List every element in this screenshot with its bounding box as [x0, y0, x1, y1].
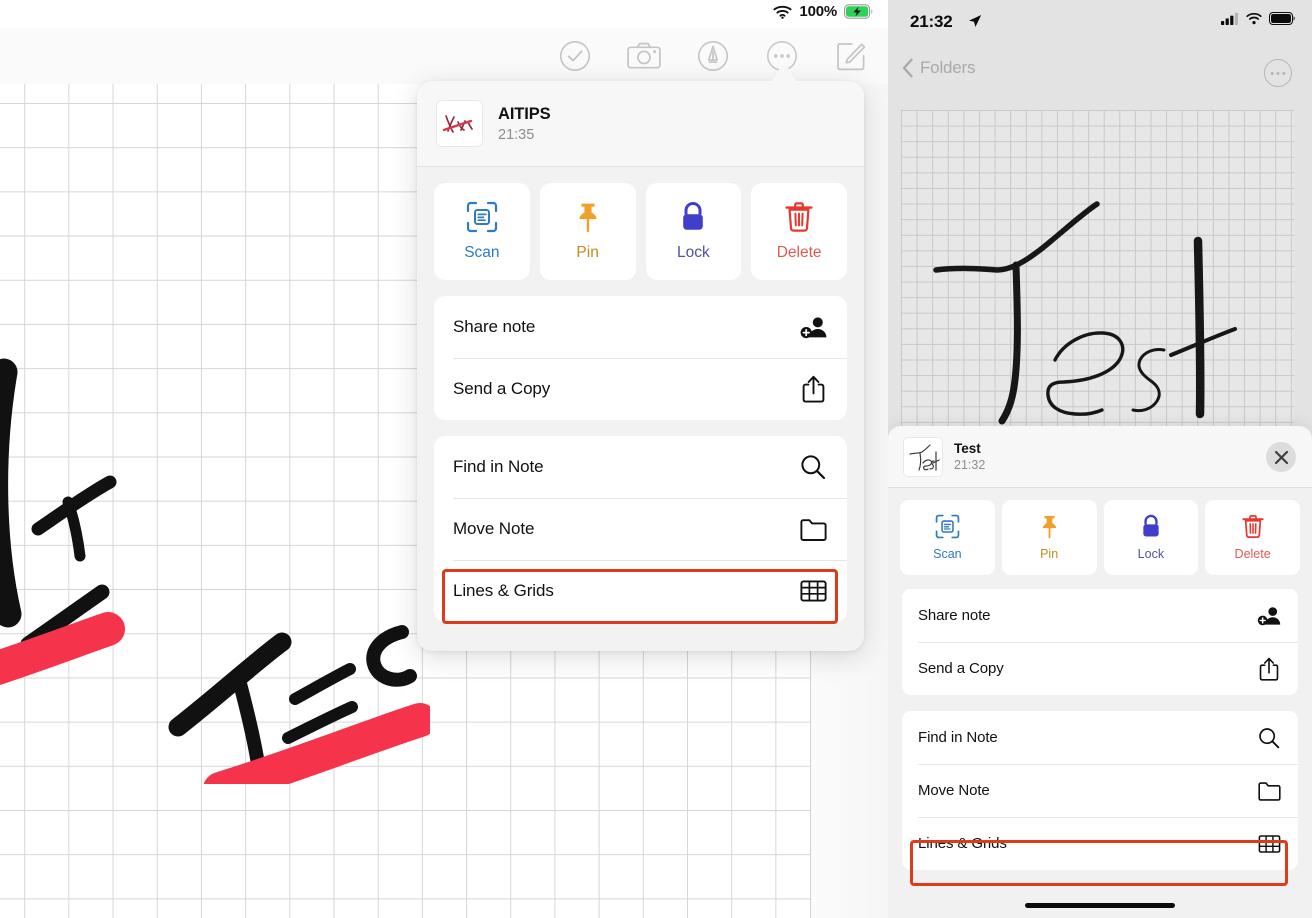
popover-quick-actions: Scan Pin Lock Delete — [417, 167, 864, 293]
lines-and-grids-label: Lines & Grids — [918, 835, 1007, 852]
popover-note-time: 21:35 — [498, 126, 535, 143]
handwriting-test-ink — [933, 201, 1237, 425]
pin-icon — [579, 203, 597, 233]
note-thumbnail — [904, 437, 942, 476]
sheet-group-tools: Find in Note Move Note Lines & Grids — [902, 711, 1298, 870]
folder-icon — [1256, 781, 1282, 801]
scan-label: Scan — [464, 244, 500, 261]
close-x-icon[interactable] — [1266, 442, 1296, 472]
note-actions-sheet: Test 21:32 Scan Pin Lock Delete Share no… — [888, 426, 1312, 918]
folder-icon — [798, 518, 828, 541]
checklist-circle-icon[interactable] — [556, 38, 593, 75]
back-label: Folders — [920, 58, 976, 77]
scan-button[interactable]: Scan — [900, 500, 995, 575]
grid-table-icon — [1256, 834, 1282, 854]
ipad-panel: Suggested Title: AITIPS 10 July 2021 at … — [0, 0, 888, 918]
sheet-note-title: Test — [954, 441, 981, 456]
more-circle-icon[interactable] — [1264, 59, 1292, 87]
popover-note-title: AITIPS — [498, 104, 551, 123]
share-person-add-icon — [798, 316, 828, 339]
scan-document-icon — [466, 201, 497, 233]
pin-label: Pin — [576, 244, 599, 261]
lines-and-grids-row[interactable]: Lines & Grids — [434, 560, 847, 622]
compose-icon[interactable] — [832, 38, 869, 75]
scan-button[interactable]: Scan — [434, 183, 530, 280]
back-to-folders-button[interactable]: Folders — [902, 58, 975, 78]
iphone-nav-bar: Folders — [888, 52, 1312, 94]
popover-group-share: Share note Send a Copy — [434, 296, 847, 420]
lock-label: Lock — [677, 244, 710, 261]
move-note-row[interactable]: Move Note — [434, 498, 847, 560]
popover-group-tools: Find in Note Move Note Lines & Grids — [434, 436, 847, 622]
share-note-label: Share note — [918, 607, 991, 624]
lines-and-grids-label: Lines & Grids — [453, 581, 554, 600]
share-up-arrow-icon — [798, 375, 828, 403]
delete-label: Delete — [1234, 547, 1271, 561]
move-note-label: Move Note — [918, 782, 990, 799]
send-a-copy-label: Send a Copy — [453, 379, 551, 398]
share-note-row[interactable]: Share note — [434, 296, 847, 358]
iphone-note-canvas[interactable] — [901, 110, 1294, 434]
share-note-label: Share note — [453, 317, 536, 336]
trash-icon — [785, 202, 813, 232]
delete-label: Delete — [776, 244, 822, 261]
find-in-note-label: Find in Note — [453, 457, 544, 476]
markup-pen-circle-icon[interactable] — [694, 38, 731, 75]
scan-document-icon — [935, 514, 960, 539]
send-a-copy-row[interactable]: Send a Copy — [902, 642, 1298, 695]
lock-button[interactable]: Lock — [1103, 500, 1199, 575]
lock-icon — [1143, 514, 1159, 537]
pin-icon — [1042, 516, 1056, 539]
find-in-note-row[interactable]: Find in Note — [434, 436, 847, 498]
find-in-note-row[interactable]: Find in Note — [902, 711, 1298, 764]
iphone-panel: 21:32 Folders Test 21:32 Scan Pin Lock D… — [888, 0, 1312, 918]
sheet-note-time: 21:32 — [954, 458, 986, 472]
trash-icon — [1242, 515, 1264, 538]
pin-button[interactable]: Pin — [539, 183, 636, 280]
share-person-add-icon — [1256, 606, 1282, 626]
pin-button[interactable]: Pin — [1001, 500, 1097, 575]
status-time: 21:32 — [910, 12, 953, 31]
iphone-status-bar: 21:32 — [888, 0, 1312, 44]
move-note-label: Move Note — [453, 519, 535, 538]
battery-full-icon — [1269, 12, 1295, 25]
grid-table-icon — [798, 579, 828, 603]
battery-percent-label: 100% — [799, 3, 837, 20]
delete-button[interactable]: Delete — [1205, 500, 1300, 575]
popover-tail — [764, 65, 804, 84]
home-indicator — [1025, 903, 1175, 908]
wifi-icon — [773, 5, 792, 19]
popover-header: AITIPS 21:35 — [417, 81, 864, 167]
magnifier-icon — [798, 454, 828, 480]
move-note-row[interactable]: Move Note — [902, 764, 1298, 817]
pin-label: Pin — [1040, 547, 1059, 561]
share-note-row[interactable]: Share note — [902, 589, 1298, 642]
lock-button[interactable]: Lock — [645, 183, 742, 280]
scan-label: Scan — [933, 547, 962, 561]
wifi-icon — [1246, 12, 1262, 25]
handwriting-ink-strokes — [0, 358, 430, 784]
screenshot-root: Suggested Title: AITIPS 10 July 2021 at … — [0, 0, 1312, 918]
send-a-copy-label: Send a Copy — [918, 660, 1004, 677]
camera-icon[interactable] — [625, 38, 662, 75]
lines-and-grids-row[interactable]: Lines & Grids — [902, 817, 1298, 870]
delete-button[interactable]: Delete — [751, 183, 847, 280]
find-in-note-label: Find in Note — [918, 729, 998, 746]
share-up-arrow-icon — [1256, 657, 1282, 681]
sheet-quick-actions: Scan Pin Lock Delete — [888, 488, 1312, 585]
ipad-status-bar: 100% — [0, 0, 888, 28]
location-arrow-icon — [968, 14, 982, 33]
magnifier-icon — [1256, 727, 1282, 749]
note-actions-popover: AITIPS 21:35 Scan Pin Lock Delete Share … — [417, 81, 864, 651]
send-a-copy-row[interactable]: Send a Copy — [434, 358, 847, 420]
sheet-header: Test 21:32 — [888, 426, 1312, 488]
battery-charging-icon — [844, 4, 873, 19]
lock-icon — [683, 201, 704, 230]
cellular-bars-icon — [1221, 12, 1238, 25]
ipad-toolbar — [0, 28, 888, 84]
note-thumbnail — [437, 101, 482, 146]
chevron-left-icon — [902, 58, 913, 78]
lock-label: Lock — [1137, 547, 1165, 561]
sheet-group-share: Share note Send a Copy — [902, 589, 1298, 695]
